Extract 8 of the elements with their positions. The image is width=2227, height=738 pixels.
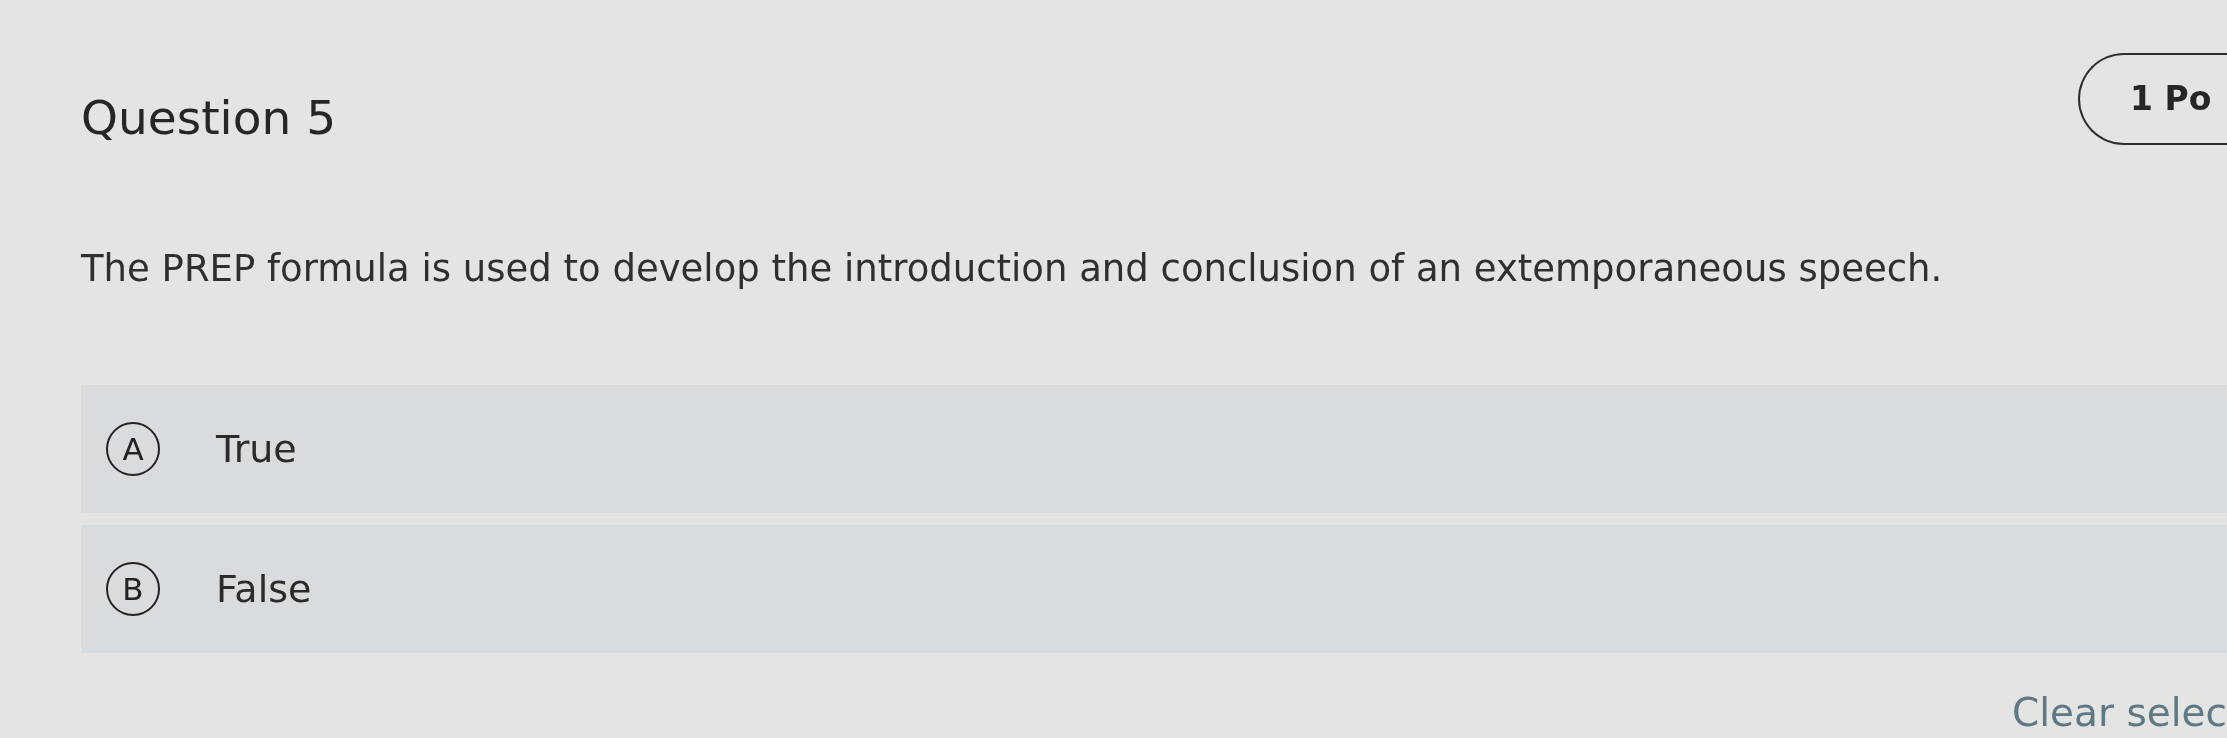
answer-option[interactable]: B False [81,525,2227,653]
answer-option[interactable]: A True [81,385,2227,513]
points-badge: 1 Po [2078,53,2227,145]
option-label: True [216,425,297,473]
option-label: False [216,565,312,613]
question-title: Question 5 [81,90,337,146]
clear-selection-link[interactable]: Clear selec [2012,693,2227,733]
question-prompt: The PREP formula is used to develop the introduction and conclusion of an extemporaneous speech. [81,247,1944,291]
